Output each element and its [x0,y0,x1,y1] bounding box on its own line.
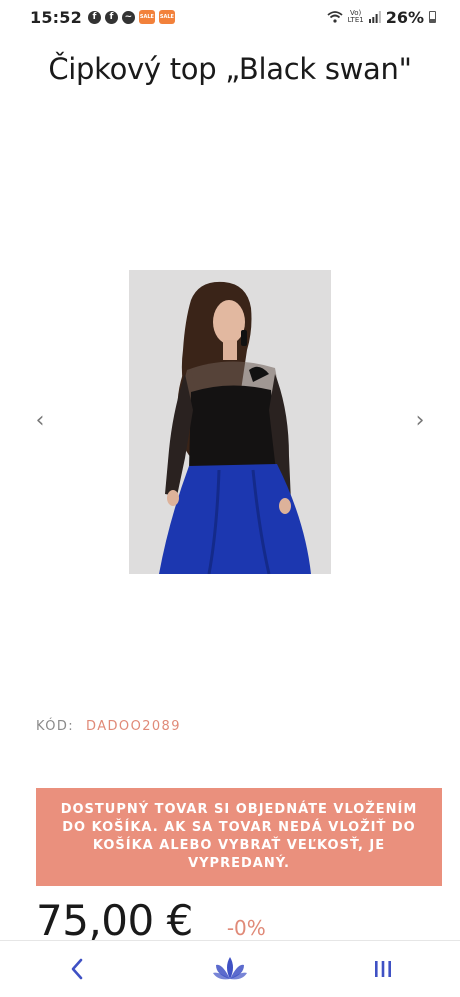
discount-badge: -0% [226,916,266,940]
product-title: Čipkový top „Black swan" [48,52,412,86]
chevron-left-icon[interactable]: ‹ [30,408,50,433]
bottom-navigation [0,940,460,997]
status-time: 15:52 [30,7,82,27]
product-code: KÓD: DADOO2089 [36,719,181,734]
product-code-value: DADOO2089 [86,719,181,734]
availability-notice: DOSTUPNÝ TOVAR SI OBJEDNÁTE VLOŽENÍM DO … [36,788,442,886]
app-notification-icon: SALE [158,10,175,24]
status-right: Vo) LTE1 26% [327,8,436,27]
product-image-carousel[interactable]: ‹ › [0,270,460,576]
notification-icons: f f ~ SALE SALE [87,10,175,24]
availability-notice-text: DOSTUPNÝ TOVAR SI OBJEDNÁTE VLOŽENÍM DO … [60,802,418,871]
wifi-icon [327,11,343,23]
home-button[interactable] [200,947,260,991]
back-button[interactable] [47,947,107,991]
lte-label: LTE1 [347,16,364,24]
battery-icon [429,11,436,23]
menu-lines-icon [375,961,392,977]
product-photo[interactable] [129,270,331,574]
price-row: 75,00 € -0% [36,896,266,945]
facebook-icon: f [104,10,118,24]
product-price: 75,00 € [36,896,193,945]
menu-button[interactable] [353,947,413,991]
chevron-left-icon [71,958,82,980]
network-indicator: Vo) LTE1 [348,10,364,24]
app-notification-icon: SALE [138,10,155,24]
lotus-logo-icon [212,957,247,980]
signal-icon [368,11,381,23]
messenger-icon: ~ [121,10,135,24]
facebook-icon: f [87,10,101,24]
product-code-label: KÓD: [36,719,75,734]
status-bar: 15:52 f f ~ SALE SALE Vo) LTE1 26% [0,0,460,34]
chevron-right-icon[interactable]: › [410,408,430,433]
battery-percent: 26% [385,7,424,27]
product-photo-illustration [129,270,331,574]
